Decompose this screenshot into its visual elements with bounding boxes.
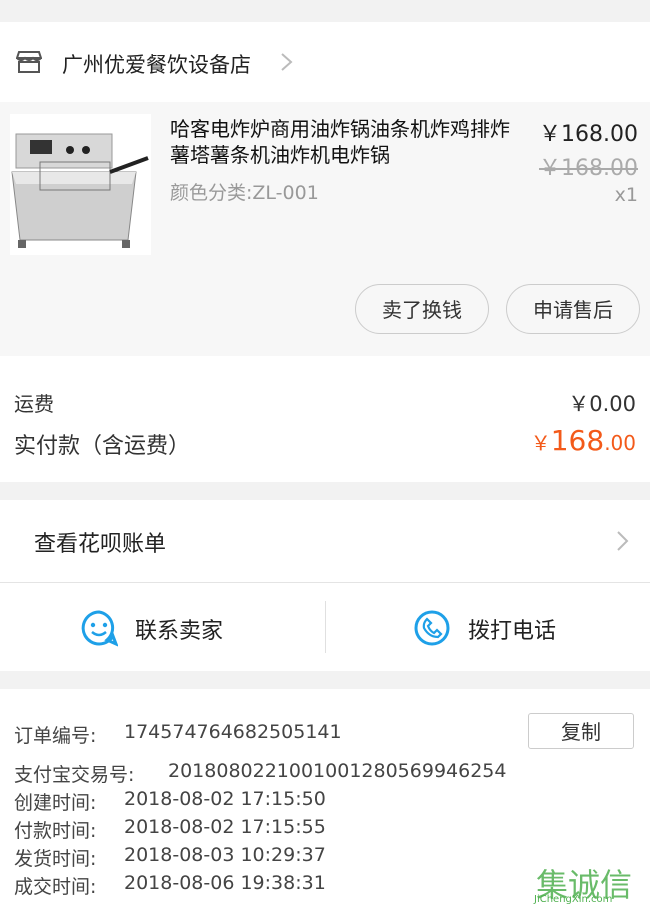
shipped-time-row: 发货时间: 2018-08-03 10:29:37 <box>14 844 326 871</box>
shipped-time-label: 发货时间: <box>14 848 97 870</box>
product-original-price: ￥168.00 <box>539 156 638 181</box>
watermark-url: JiChengXin.com <box>534 894 613 905</box>
paid-amount: ￥168.00 <box>531 424 636 457</box>
phone-icon <box>414 610 450 646</box>
product-title[interactable]: 哈客电炸炉商用油炸锅油条机炸鸡排炸薯塔薯条机油炸机电炸锅 <box>170 116 515 168</box>
paid-label: 实付款（含运费） <box>14 434 191 459</box>
alipay-number-label: 支付宝交易号: <box>14 764 135 786</box>
chat-bubble-icon <box>81 610 118 647</box>
done-time-row: 成交时间: 2018-08-06 19:38:31 <box>14 872 326 899</box>
order-number-row: 订单编号: 174574764682505141 <box>14 721 342 748</box>
product-variant: 颜色分类:ZL-001 <box>170 182 319 204</box>
done-time-label: 成交时间: <box>14 876 97 898</box>
alipay-number-row: 支付宝交易号: 2018080221001001280569946254 <box>14 760 506 787</box>
paid-currency: ￥ <box>530 431 551 455</box>
contact-divider <box>325 601 326 653</box>
after-sale-button[interactable]: 申请售后 <box>506 284 640 334</box>
contact-seller-label: 联系卖家 <box>135 619 224 644</box>
sell-button[interactable]: 卖了换钱 <box>355 284 489 334</box>
product-card[interactable]: 哈客电炸炉商用油炸锅油条机炸鸡排炸薯塔薯条机油炸机电炸锅 颜色分类:ZL-001… <box>0 102 650 356</box>
product-price: ￥168.00 <box>539 122 638 147</box>
store-icon <box>16 51 42 73</box>
shipped-time: 2018-08-03 10:29:37 <box>124 844 326 866</box>
product-image[interactable] <box>10 114 151 255</box>
paid-time: 2018-08-02 17:15:55 <box>124 816 326 838</box>
shipping-label: 运费 <box>14 392 54 416</box>
top-gap <box>0 0 650 6</box>
alipay-number: 2018080221001001280569946254 <box>168 760 507 782</box>
chevron-right-icon <box>617 531 629 551</box>
huabei-bill-link[interactable]: 查看花呗账单 <box>0 500 650 583</box>
contact-bar: 联系卖家 拨打电话 <box>0 583 650 671</box>
copy-button[interactable]: 复制 <box>528 713 634 749</box>
paid-integer: 168 <box>550 424 605 457</box>
paid-time-row: 付款时间: 2018-08-02 17:15:55 <box>14 816 326 843</box>
store-header[interactable]: 广州优爱餐饮设备店 <box>0 22 650 102</box>
fee-summary: 运费 ￥0.00 实付款（含运费） ￥168.00 <box>0 356 650 482</box>
huabei-bill-label: 查看花呗账单 <box>34 532 167 557</box>
product-quantity: x1 <box>614 184 638 206</box>
watermark: 集诚信 JiChengXin.com <box>534 858 650 908</box>
order-number: 174574764682505141 <box>124 721 342 743</box>
order-number-label: 订单编号: <box>14 725 97 747</box>
shipping-value: ￥0.00 <box>568 392 636 416</box>
call-phone-label: 拨打电话 <box>468 619 557 644</box>
store-name[interactable]: 广州优爱餐饮设备店 <box>62 49 251 79</box>
done-time: 2018-08-06 19:38:31 <box>124 872 326 894</box>
paid-time-label: 付款时间: <box>14 820 97 842</box>
paid-decimal: .00 <box>604 431 636 455</box>
created-time-row: 创建时间: 2018-08-02 17:15:50 <box>14 788 326 815</box>
chevron-right-icon <box>281 53 293 71</box>
created-time: 2018-08-02 17:15:50 <box>124 788 326 810</box>
created-time-label: 创建时间: <box>14 792 97 814</box>
